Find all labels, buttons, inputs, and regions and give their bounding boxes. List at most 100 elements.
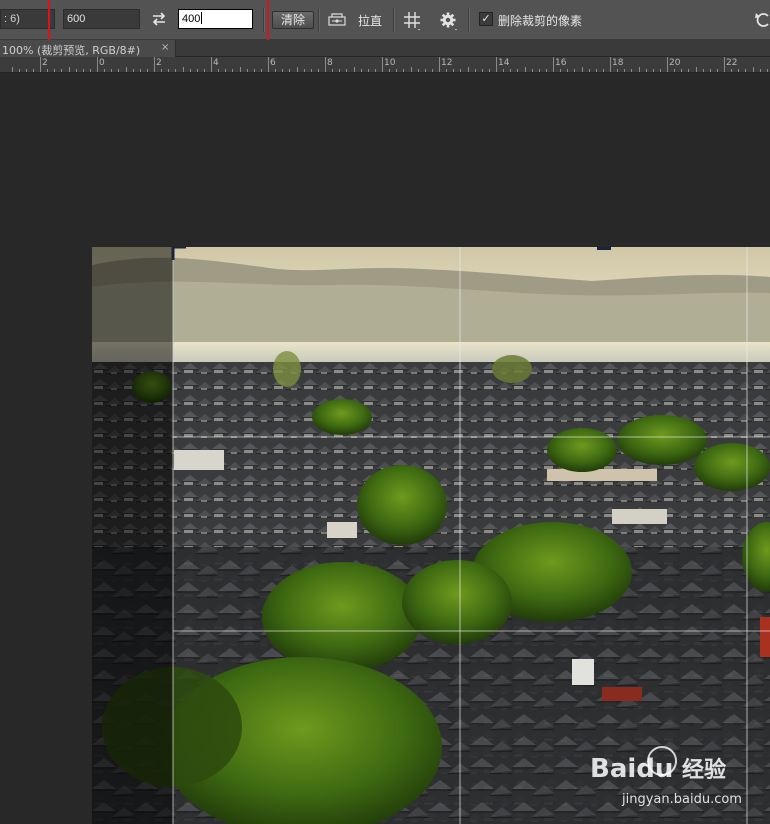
ruler-tick [311,69,312,72]
ruler-tick [12,67,13,72]
straighten-icon[interactable] [327,11,347,28]
ruler-label: 2 [42,58,48,68]
toolbar-divider [318,8,320,32]
ruler-tick [517,69,518,72]
ruler-tick [724,57,725,72]
ruler-tick [218,69,219,72]
ruler-tick [140,69,141,72]
ruler-tick [183,67,184,72]
watermark-brand-cn: 经验 [682,757,726,783]
ruler-tick [525,67,526,72]
ruler-tick [418,69,419,72]
ruler-label: 10 [384,58,396,68]
ruler-tick [539,69,540,72]
delete-cropped-pixels-checkbox[interactable]: ✓ [479,12,493,26]
ruler-tick [432,69,433,72]
ruler-tick [624,69,625,72]
ruler-tick [47,69,48,72]
ruler-tick [332,69,333,72]
crop-options-bar: : 6) 600 400 清除 拉直 ✓ 删除裁剪的像素 [0,0,770,42]
ruler-label: 22 [726,58,738,68]
ruler-tick [76,69,77,72]
ruler-tick [646,69,647,72]
ruler-tick [26,69,27,72]
ruler-tick [745,69,746,72]
ruler-tick [603,69,604,72]
ruler-tick [453,69,454,72]
ruler-tick [83,69,84,72]
ruler-tick [731,69,732,72]
document-tab-bar: 100% (裁剪预览, RGB/8#) × [0,40,770,57]
ruler-tick [610,57,611,72]
ruler-tick [681,69,682,72]
ruler-label: 4 [213,58,219,68]
clear-button[interactable]: 清除 [272,11,314,29]
straighten-button[interactable]: 拉直 [358,12,382,29]
ruler-label: 8 [327,58,333,68]
gear-icon[interactable] [439,11,459,31]
ruler-tick [268,57,269,72]
ruler-tick [710,69,711,72]
ruler-tick [161,69,162,72]
toolbar-divider [263,8,265,32]
ruler-tick [446,69,447,72]
ruler-tick [254,69,255,72]
ruler-tick [240,67,241,72]
ruler-tick [596,69,597,72]
ruler-tick [411,67,412,72]
ruler-tick [582,67,583,72]
ruler-tick [190,69,191,72]
ruler-tick [69,67,70,72]
ruler-tick [40,57,41,72]
ruler-tick [738,69,739,72]
crop-preview-image[interactable]: Baidu 经验 jingyan.baidu.com [92,247,770,824]
grid-overlay-icon[interactable] [403,11,423,31]
ruler-tick [61,69,62,72]
ruler-tick [667,57,668,72]
ruler-tick [368,69,369,72]
ruler-tick [304,69,305,72]
ruler-tick [489,69,490,72]
ruler-tick [389,69,390,72]
ruler-tick [653,69,654,72]
ruler-tick [211,57,212,72]
ruler-tick [631,69,632,72]
ruler-tick [532,69,533,72]
close-icon[interactable]: × [161,41,169,55]
ruler-tick [104,69,105,72]
ruler-label: 18 [612,58,624,68]
annotation-highlight-box [48,0,269,42]
ruler-tick [354,67,355,72]
ruler-tick [90,69,91,72]
ruler-tick [403,69,404,72]
ruler-tick [318,69,319,72]
ruler-tick [468,67,469,72]
crop-ratio-select[interactable]: : 6) [0,9,55,29]
ruler-tick [589,69,590,72]
toolbar-divider [468,8,470,32]
document-tab[interactable]: 100% (裁剪预览, RGB/8#) × [0,40,176,57]
ruler-tick [560,69,561,72]
ruler-tick [574,69,575,72]
document-tab-title: 100% (裁剪预览, RGB/8#) [2,44,141,57]
ruler-tick [289,69,290,72]
ruler-tick [154,57,155,72]
delete-cropped-pixels-label[interactable]: 删除裁剪的像素 [498,12,582,29]
ruler-tick [97,57,98,72]
ruler-tick [261,69,262,72]
watermark-brand: Baidu [590,754,673,784]
reset-icon[interactable] [754,10,770,30]
ruler-tick [496,57,497,72]
ruler-tick [439,57,440,72]
ruler-tick [482,69,483,72]
ruler-tick [703,69,704,72]
ruler-tick [717,69,718,72]
canvas-area: Baidu 经验 jingyan.baidu.com [0,73,770,824]
ruler-tick [696,67,697,72]
ruler-tick [396,69,397,72]
ruler-tick [232,69,233,72]
watermark-url: jingyan.baidu.com [621,792,742,807]
ruler-tick [147,69,148,72]
ruler-tick [503,69,504,72]
ruler-tick [346,69,347,72]
